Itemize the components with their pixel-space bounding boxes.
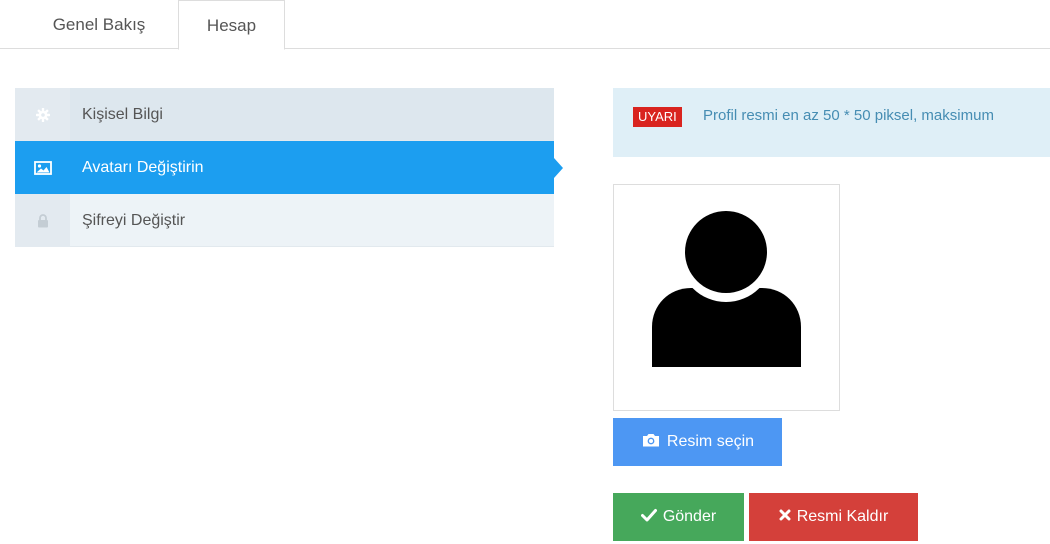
remove-image-button[interactable]: Resmi Kaldır [749,493,918,541]
image-icon [15,141,70,194]
user-silhouette-icon [652,208,801,367]
warning-alert: UYARI Profil resmi en az 50 * 50 piksel,… [613,88,1050,157]
tab-account[interactable]: Hesap [178,0,285,50]
send-button[interactable]: Gönder [613,493,744,541]
menu-item-label: Şifreyi Değiştir [82,212,186,229]
select-image-button[interactable]: Resim seçin [613,418,782,466]
select-image-label: Resim seçin [666,433,755,450]
menu-item-change-password[interactable]: Şifreyi Değiştir [15,194,554,247]
lock-icon [15,194,70,247]
remove-image-label: Resmi Kaldır [796,508,889,525]
check-icon [640,508,657,527]
close-icon [779,508,791,526]
menu-item-change-avatar[interactable]: Avatarı Değiştirin [15,141,563,194]
gear-icon [15,88,70,141]
tab-overview[interactable]: Genel Bakış [20,0,178,49]
menu-item-label: Avatarı Değiştirin [82,159,204,176]
avatar-preview [613,184,840,411]
send-label: Gönder [662,508,717,525]
tab-bar: Genel Bakış Hesap [0,0,1050,50]
account-side-menu: Kişisel Bilgi Avatarı Değiştirin Şifreyi… [15,88,563,247]
warning-text: Profil resmi en az 50 * 50 piksel, maksi… [703,107,994,124]
camera-icon [641,432,661,453]
warning-badge: UYARI [633,107,682,127]
menu-item-label: Kişisel Bilgi [82,106,163,123]
menu-item-personal-info[interactable]: Kişisel Bilgi [15,88,554,141]
